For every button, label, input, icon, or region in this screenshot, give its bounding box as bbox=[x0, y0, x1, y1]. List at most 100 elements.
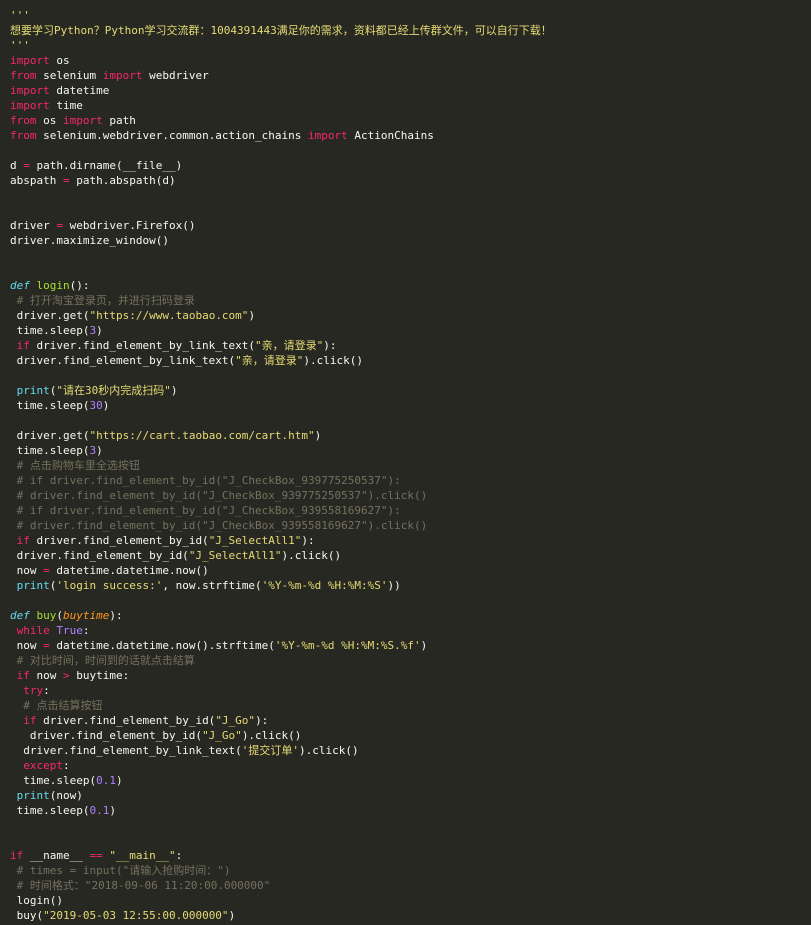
code-token: webdriver bbox=[142, 69, 209, 82]
code-token: webdriver.Firefox() bbox=[62, 219, 196, 232]
code-token: ) bbox=[96, 444, 103, 457]
code-token: : bbox=[63, 759, 70, 772]
code-token: driver.find_element_by_link_text( bbox=[29, 339, 256, 352]
code-line: # driver.find_element_by_id("J_CheckBox_… bbox=[0, 488, 811, 503]
code-line: driver.maximize_window() bbox=[0, 233, 811, 248]
code-token: "__main__" bbox=[109, 849, 176, 862]
code-token: # 点击购物车里全选按钮 bbox=[10, 459, 140, 472]
code-token: ) bbox=[314, 429, 322, 442]
code-token: now bbox=[10, 564, 44, 577]
code-token: ''' bbox=[10, 9, 30, 22]
code-editor[interactable]: ''' 想要学习Python？Python学习交流群：1004391443满足你的… bbox=[0, 0, 811, 925]
code-token: ) bbox=[96, 324, 103, 337]
code-line: def buy(buytime): bbox=[0, 608, 811, 623]
code-line: except: bbox=[0, 758, 811, 773]
code-token: buy( bbox=[10, 909, 44, 922]
code-token: path.dirname(__file__) bbox=[29, 159, 183, 172]
code-token: ( bbox=[56, 609, 63, 622]
code-token: = bbox=[62, 174, 70, 187]
code-token: "https://www.taobao.com" bbox=[89, 309, 249, 322]
code-token: import bbox=[102, 69, 143, 82]
code-line: import os bbox=[0, 53, 811, 68]
code-token: driver.find_element_by_id( bbox=[10, 549, 189, 562]
code-token: = bbox=[43, 564, 50, 577]
code-token: driver.get( bbox=[10, 309, 90, 322]
code-token: datetime.datetime.now() bbox=[49, 564, 209, 577]
code-line: time.sleep(3) bbox=[0, 323, 811, 338]
code-token: time bbox=[49, 99, 83, 112]
code-token: time.sleep( bbox=[10, 774, 97, 787]
code-token: # 时间格式："2018-09-06 11:20:00.000000" bbox=[10, 879, 271, 892]
code-token: ): bbox=[301, 534, 315, 547]
code-line: # driver.find_element_by_id("J_CheckBox_… bbox=[0, 518, 811, 533]
code-token: 'login success:' bbox=[56, 579, 163, 592]
code-token: driver.find_element_by_link_text( bbox=[10, 744, 242, 757]
code-token: # times = input("请输入抢购时间：") bbox=[10, 864, 231, 877]
code-token: try bbox=[23, 684, 44, 697]
code-line: driver.get("https://cart.taobao.com/cart… bbox=[0, 428, 811, 443]
code-token: "亲，请登录" bbox=[255, 339, 324, 352]
code-line: abspath = path.abspath(d) bbox=[0, 173, 811, 188]
code-token: ) bbox=[115, 774, 123, 787]
code-line: driver.find_element_by_link_text("亲，请登录"… bbox=[0, 353, 811, 368]
code-line: time.sleep(30) bbox=[0, 398, 811, 413]
code-token: ) bbox=[109, 804, 116, 817]
code-line: driver.find_element_by_id("J_Go").click(… bbox=[0, 728, 811, 743]
code-line: ''' bbox=[0, 8, 811, 23]
code-token: if bbox=[10, 849, 24, 862]
code-token: def bbox=[10, 609, 30, 622]
code-line: driver.get("https://www.taobao.com") bbox=[0, 308, 811, 323]
code-token: login bbox=[36, 279, 70, 292]
code-token: if bbox=[16, 669, 30, 682]
code-token: buy bbox=[36, 609, 57, 622]
code-token: # 对比时间，时间到的话就点击结算 bbox=[10, 654, 195, 667]
code-token: # driver.find_element_by_id("J_CheckBox_… bbox=[10, 489, 428, 502]
code-token: # 打开淘宝登录页，并进行扫码登录 bbox=[10, 294, 195, 307]
code-token: "J_Go" bbox=[215, 714, 256, 727]
code-token: os bbox=[49, 54, 70, 67]
code-token: import bbox=[308, 129, 348, 142]
code-token: : bbox=[43, 684, 50, 697]
code-token: ): bbox=[323, 339, 337, 352]
code-token: ).click() bbox=[303, 354, 364, 367]
code-token: if bbox=[16, 534, 30, 547]
code-line: from selenium import webdriver bbox=[0, 68, 811, 83]
code-line: from selenium.webdriver.common.action_ch… bbox=[0, 128, 811, 143]
code-token: '%Y-%m-%d %H:%M:%S.%f' bbox=[274, 639, 421, 652]
code-token: from bbox=[10, 114, 37, 127]
code-token: print bbox=[16, 384, 50, 397]
code-token: if bbox=[23, 714, 37, 727]
code-token: 30 bbox=[89, 399, 103, 412]
code-token: , now.strftime( bbox=[162, 579, 262, 592]
code-token: "https://cart.taobao.com/cart.htm" bbox=[89, 429, 315, 442]
code-token: ).click() bbox=[281, 549, 342, 562]
code-token: == bbox=[89, 849, 103, 862]
code-token: import bbox=[10, 99, 50, 112]
code-token: ).click() bbox=[241, 729, 302, 742]
code-line: login() bbox=[0, 893, 811, 908]
code-line: # if driver.find_element_by_id("J_CheckB… bbox=[0, 473, 811, 488]
code-token: # driver.find_element_by_id("J_CheckBox_… bbox=[10, 519, 428, 532]
code-line: time.sleep(0.1) bbox=[0, 773, 811, 788]
code-token: "J_SelectAll1" bbox=[208, 534, 302, 547]
code-token: time.sleep( bbox=[10, 399, 90, 412]
code-token: from bbox=[10, 69, 37, 82]
code-token: driver.get( bbox=[10, 429, 90, 442]
code-token: ) bbox=[248, 309, 256, 322]
code-line: ''' bbox=[0, 38, 811, 53]
code-token: 0.1 bbox=[96, 774, 116, 787]
code-token: ) bbox=[228, 909, 236, 922]
code-token: driver.find_element_by_id( bbox=[29, 534, 209, 547]
code-token: time.sleep( bbox=[10, 324, 90, 337]
code-line: # times = input("请输入抢购时间：") bbox=[0, 863, 811, 878]
code-line: if now > buytime: bbox=[0, 668, 811, 683]
